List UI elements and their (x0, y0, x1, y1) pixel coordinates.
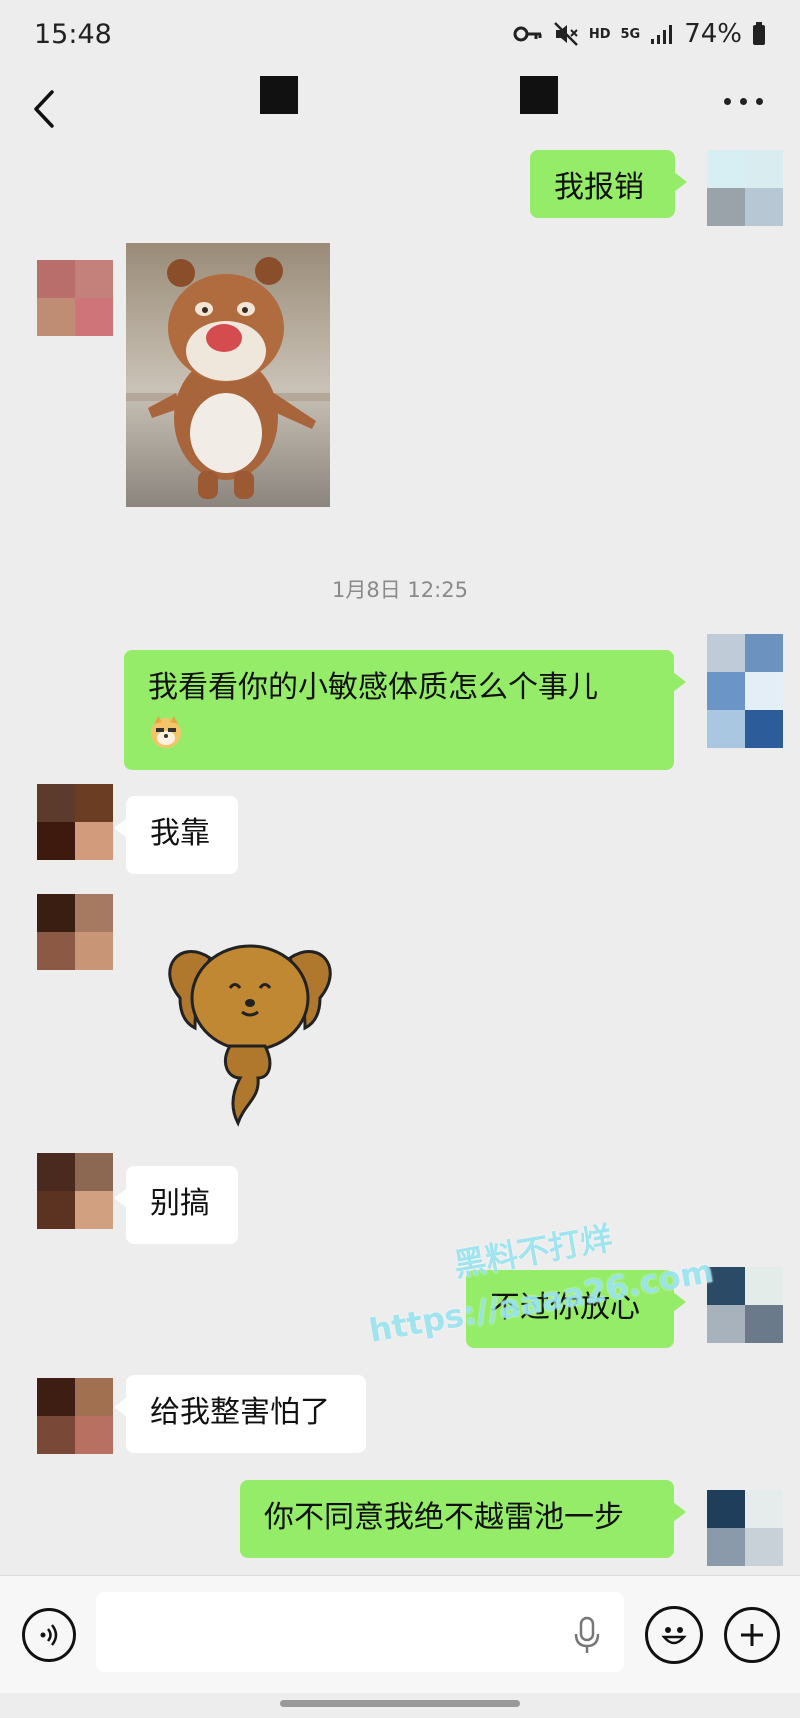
back-button[interactable] (30, 84, 74, 134)
contact-avatar[interactable] (37, 1153, 113, 1229)
message-text: 我靠 (150, 816, 210, 851)
message-bubble[interactable]: 不过你放心 (466, 1270, 686, 1348)
back-chevron-icon (34, 90, 54, 128)
message-text: 给我整害怕了 (150, 1395, 330, 1430)
message-text: 不过你放心 (490, 1290, 640, 1325)
hold-to-talk-button[interactable] (570, 1616, 604, 1656)
dog-sticker-icon (168, 944, 332, 1127)
key-icon (513, 26, 542, 42)
status-time: 15:48 (34, 18, 112, 50)
message-bubble[interactable]: 我报销 (530, 150, 687, 218)
voice-button[interactable] (22, 1608, 76, 1662)
contact-avatar[interactable] (37, 894, 113, 970)
input-bar (0, 1575, 800, 1693)
emoji-icon (661, 1627, 687, 1645)
redacted-title-block (260, 76, 298, 114)
signal-icon (651, 25, 673, 44)
contact-avatar[interactable] (37, 784, 113, 860)
bear-photo[interactable] (126, 243, 330, 507)
message-text: 我看看你的小敏感体质怎么个事儿 (148, 670, 598, 705)
message-bubble[interactable]: 我看看你的小敏感体质怎么个事儿 (124, 650, 686, 770)
status-icons: HD 5G 74% (513, 19, 766, 49)
message-bubble[interactable]: 给我整害怕了 (114, 1375, 366, 1453)
my-avatar[interactable] (707, 634, 783, 710)
message-input[interactable] (96, 1592, 624, 1672)
plus-button[interactable] (724, 1607, 780, 1663)
message-text: 你不同意我绝不越雷池一步 (264, 1500, 624, 1535)
my-avatar[interactable] (707, 1490, 783, 1566)
more-dots-icon (724, 98, 731, 105)
contact-avatar[interactable] (37, 260, 113, 336)
home-indicator[interactable] (280, 1700, 520, 1707)
more-button[interactable] (724, 98, 766, 110)
message-list[interactable]: 我报销 1月8日 12:25 我看看你的小敏感体质怎么个事儿 我靠 别搞 不过你… (0, 150, 800, 1575)
battery-icon (753, 22, 765, 45)
message-text: 我报销 (554, 170, 644, 205)
network-indicator: 5G (620, 26, 641, 42)
message-bubble[interactable]: 别搞 (114, 1166, 238, 1244)
battery-percent: 74% (684, 19, 742, 49)
status-bar: 15:48 HD 5G 74% (0, 0, 800, 68)
redacted-title-block (520, 76, 558, 114)
bear-figure-icon (126, 257, 330, 499)
doge-emoji-icon (151, 716, 181, 748)
my-avatar[interactable] (707, 150, 783, 226)
emoji-button[interactable] (645, 1606, 703, 1664)
microphone-icon (574, 1616, 600, 1653)
my-avatar-lower (707, 710, 783, 748)
plus-icon (741, 1624, 763, 1646)
my-avatar[interactable] (707, 1267, 783, 1343)
dog-sticker[interactable] (150, 928, 350, 1128)
chat-header (0, 68, 800, 150)
voice-icon (40, 1624, 58, 1646)
message-text: 别搞 (150, 1186, 210, 1221)
message-bubble[interactable]: 你不同意我绝不越雷池一步 (240, 1480, 686, 1558)
timestamp: 1月8日 12:25 (332, 578, 468, 602)
contact-avatar[interactable] (37, 1378, 113, 1454)
message-bubble[interactable]: 我靠 (114, 796, 238, 874)
hd-indicator: HD (588, 26, 611, 42)
mute-icon (553, 22, 578, 46)
